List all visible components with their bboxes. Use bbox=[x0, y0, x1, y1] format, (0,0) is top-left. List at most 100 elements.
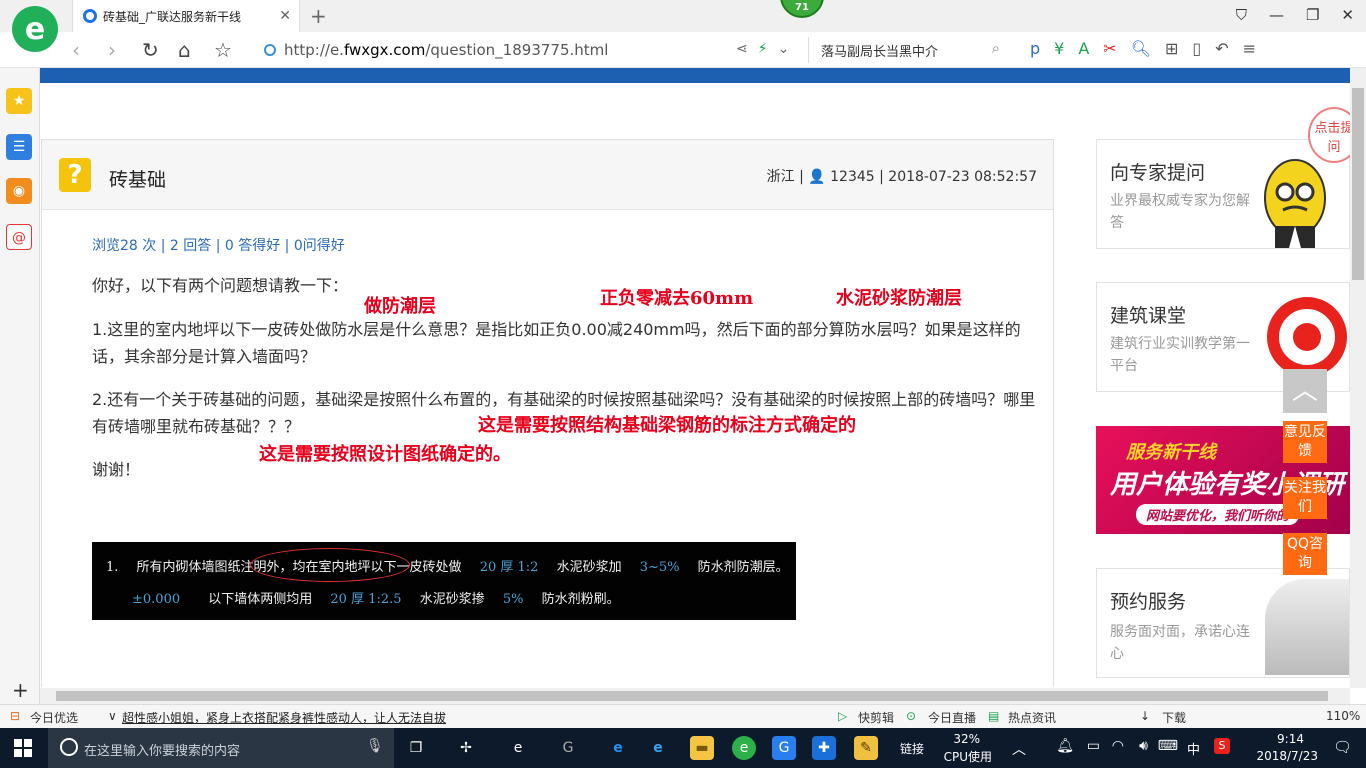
favorites-star-icon[interactable]: ★ bbox=[6, 88, 32, 114]
sogou-ime-icon[interactable]: S bbox=[1214, 738, 1230, 754]
clock-time[interactable]: 9:14 bbox=[1277, 732, 1304, 746]
follow-us-button[interactable]: 关注我们 bbox=[1283, 477, 1327, 519]
navigation-bar: ‹ › ↻ ⌂ ☆ http://e.fwxgx.com/question_18… bbox=[0, 32, 1366, 68]
mobile-icon[interactable]: ▯ bbox=[1192, 39, 1201, 58]
spiral-app-icon[interactable]: G bbox=[556, 736, 580, 760]
chevron-down-icon[interactable]: ∨ bbox=[108, 709, 117, 723]
news-button[interactable]: 热点资讯 bbox=[1008, 709, 1056, 726]
live-button[interactable]: 今日直播 bbox=[928, 709, 976, 726]
internet-explorer-icon[interactable]: e bbox=[646, 736, 670, 760]
booking-card[interactable]: 预约服务 服务面对面，承诺心连心 bbox=[1096, 568, 1350, 678]
skin-icon[interactable]: ⛉ bbox=[1236, 6, 1247, 24]
spec-line-2-thickness: 20 厚 1:2.5 bbox=[330, 592, 402, 607]
quick-clip-button[interactable]: 快剪辑 bbox=[858, 709, 894, 726]
annotation-moisture-layer: 做防潮层 bbox=[364, 296, 436, 317]
pinwheel-app-icon[interactable]: ✢ bbox=[454, 736, 478, 760]
links-toolbar-label[interactable]: 链接 bbox=[900, 740, 924, 757]
headline-link[interactable]: 超性感小姐姐，紧身上衣搭配紧身裤性感动人，让人无法自拔 bbox=[122, 709, 446, 726]
browser-logo-icon[interactable]: e bbox=[12, 6, 58, 52]
ime-indicator[interactable]: 中 bbox=[1187, 739, 1200, 758]
speed-mode-icon[interactable]: ⚡ bbox=[758, 41, 768, 57]
edge-app-icon[interactable]: e bbox=[606, 736, 630, 760]
cortana-icon bbox=[60, 738, 78, 756]
download-button[interactable]: 下载 bbox=[1162, 709, 1186, 726]
bookmark-star-button[interactable]: ☆ bbox=[214, 38, 232, 62]
url-path: /question_1893775.html bbox=[425, 41, 609, 59]
home-button[interactable]: ⌂ bbox=[178, 38, 191, 62]
iqiyi-extension-icon[interactable]: p bbox=[1030, 39, 1040, 58]
close-window-button[interactable]: ✕ bbox=[1341, 6, 1354, 24]
course-subtitle: 建筑行业实训教学第一平台 bbox=[1110, 336, 1250, 374]
new-tab-button[interactable]: + bbox=[310, 4, 327, 28]
url-prefix: http://e. bbox=[284, 41, 344, 59]
booking-title: 预约服务 bbox=[1110, 591, 1187, 613]
spec-highlight-oval bbox=[250, 548, 410, 582]
search-icon[interactable]: ⌕ bbox=[992, 39, 1000, 57]
zoom-level[interactable]: 110% bbox=[1326, 709, 1360, 723]
notification-bell-icon[interactable]: 🔔︎ bbox=[1056, 738, 1074, 754]
address-bar[interactable]: http://e.fwxgx.com/question_1893775.html bbox=[284, 41, 608, 59]
horizontal-scroll-thumb[interactable] bbox=[56, 691, 1328, 701]
glodon-g-app-icon[interactable]: G bbox=[772, 736, 796, 760]
weibo-icon[interactable]: ◉ bbox=[6, 178, 32, 204]
scissors-icon[interactable]: ✂ bbox=[1103, 39, 1116, 58]
question-part-1: 1.这里的室内地坪以下一皮砖处做防水层是什么意思？是指比如正负0.00减240m… bbox=[92, 320, 1021, 366]
vertical-scrollbar[interactable] bbox=[1350, 68, 1366, 688]
tab-active[interactable]: 砖基础_广联达服务新干线 ✕ bbox=[72, 0, 300, 32]
ie-e-app-icon[interactable]: e bbox=[506, 736, 530, 760]
back-button[interactable]: ‹ bbox=[72, 38, 80, 62]
task-view-icon[interactable]: ❐ bbox=[404, 736, 428, 760]
menu-icon[interactable]: ≡ bbox=[1243, 39, 1256, 58]
search-input[interactable]: 落马副局长当黑中介 ⌕ bbox=[808, 37, 1008, 63]
booking-subtitle: 服务面对面，承诺心连心 bbox=[1110, 624, 1250, 662]
course-heading: 建筑课堂 bbox=[1110, 305, 1187, 327]
spec-line-2-text: 以下墙体两侧均用 bbox=[208, 592, 313, 607]
email-icon[interactable]: @ bbox=[6, 224, 32, 250]
spec-line-1-percent: 3~5% bbox=[639, 560, 680, 575]
feedback-button[interactable]: 意见反馈 bbox=[1283, 421, 1327, 463]
translate-extension-icon[interactable]: A bbox=[1078, 39, 1089, 58]
apps-grid-icon[interactable]: ⊞ bbox=[1165, 39, 1178, 58]
share-icon[interactable]: ⋖ bbox=[736, 41, 748, 57]
taskbar-search-input[interactable]: 在这里输入你要搜索的内容 🎙︎ bbox=[48, 728, 394, 768]
ask-expert-subtitle: 业界最权威专家为您解答 bbox=[1110, 193, 1250, 231]
tab-close-icon[interactable]: ✕ bbox=[279, 8, 291, 24]
site-security-icon bbox=[264, 44, 276, 56]
microphone-icon[interactable]: 🎙︎ bbox=[366, 738, 384, 754]
2345-browser-icon[interactable]: e bbox=[732, 736, 756, 760]
undo-icon[interactable]: ↶ bbox=[1215, 39, 1228, 58]
spec-line-1-material: 水泥砂浆加 bbox=[556, 560, 622, 575]
wifi-icon[interactable]: ◠ bbox=[1112, 738, 1124, 754]
minimize-button[interactable]: — bbox=[1269, 6, 1284, 24]
windows-start-icon[interactable] bbox=[14, 739, 32, 757]
back-to-top-button[interactable]: ︿ bbox=[1283, 369, 1327, 413]
battery-icon[interactable]: ▭ bbox=[1087, 738, 1100, 754]
tray-expand-icon[interactable]: ︿ bbox=[1012, 739, 1026, 759]
spec-line-2-material: 水泥砂浆掺 bbox=[419, 592, 485, 607]
refresh-button[interactable]: ↻ bbox=[142, 38, 159, 62]
notepad-app-icon[interactable]: ✎ bbox=[854, 736, 878, 760]
download-icon: ↓ bbox=[1140, 709, 1151, 723]
cpu-percent: 32% bbox=[953, 732, 980, 746]
qq-consult-button[interactable]: QQ咨询 bbox=[1283, 533, 1327, 575]
site-favicon-icon bbox=[83, 9, 97, 23]
maximize-button[interactable]: ❐ bbox=[1306, 6, 1319, 24]
keyboard-icon[interactable]: ⌨ bbox=[1158, 738, 1178, 754]
vertical-scroll-thumb[interactable] bbox=[1352, 88, 1364, 280]
magnifier-icon[interactable]: 🔍︎ bbox=[1131, 39, 1151, 58]
notification-badge[interactable]: 71 bbox=[780, 0, 824, 18]
money-extension-icon[interactable]: ¥ bbox=[1054, 39, 1064, 58]
today-picks-label[interactable]: 今日优选 bbox=[30, 709, 78, 726]
page-content: ? 砖基础 浙江 | 👤 12345 | 2018-07-23 08:52:57… bbox=[40, 83, 1350, 687]
reading-list-icon[interactable]: ☰ bbox=[6, 134, 32, 160]
clock-date[interactable]: 2018/7/23 bbox=[1256, 749, 1318, 763]
glodon-plus-app-icon[interactable]: ✚ bbox=[812, 736, 836, 760]
horizontal-scrollbar[interactable] bbox=[40, 688, 1350, 704]
forward-button[interactable]: › bbox=[108, 38, 116, 62]
sidebar-add-button[interactable]: + bbox=[12, 678, 29, 702]
file-explorer-icon[interactable]: ▬ bbox=[690, 736, 714, 760]
chevron-down-icon[interactable]: ⌄ bbox=[778, 41, 790, 57]
volume-icon[interactable]: 🔊︎ bbox=[1139, 738, 1148, 754]
banner-brand: 服务新干线 bbox=[1126, 442, 1216, 463]
action-center-icon[interactable]: 🗨︎ bbox=[1333, 738, 1352, 756]
